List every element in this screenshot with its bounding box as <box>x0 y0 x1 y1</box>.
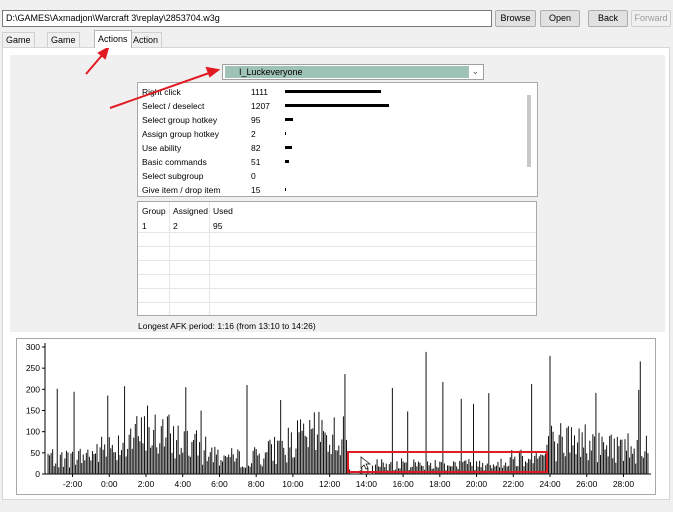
col-assigned: Assigned <box>173 206 208 216</box>
action-count: 51 <box>251 157 261 167</box>
list-item[interactable]: Assign group hotkey 2 <box>138 127 528 141</box>
browse-button[interactable]: Browse <box>495 10 536 27</box>
row-divider <box>138 288 536 289</box>
mouse-cursor-icon <box>360 456 372 470</box>
x-tick-label: 10:00 <box>282 479 304 489</box>
y-tick-label: 0 <box>35 469 40 479</box>
list-item[interactable]: Right click 1111 <box>138 85 528 99</box>
afk-period-text: Longest AFK period: 1:16 (from 13:10 to … <box>138 321 316 331</box>
actions-scrollbar[interactable] <box>527 95 531 167</box>
row-divider <box>138 260 536 261</box>
y-tick-label: 100 <box>26 427 40 437</box>
action-label: Basic commands <box>142 157 207 167</box>
y-tick-label: 150 <box>26 406 40 416</box>
x-tick-label: 14:00 <box>356 479 378 489</box>
group-table[interactable]: Group Assigned Used 1 2 95 <box>137 201 537 316</box>
cell-assigned: 2 <box>173 221 178 231</box>
x-tick-label: 8:00 <box>248 479 265 489</box>
action-count: 1207 <box>251 101 270 111</box>
action-label: Use ability <box>142 143 182 153</box>
action-bar <box>285 132 286 135</box>
tab-game-info[interactable]: Game Info <box>2 32 35 59</box>
x-tick-label: 0:00 <box>101 479 118 489</box>
action-bar <box>285 104 389 107</box>
column-divider <box>209 202 210 315</box>
x-tick-label: 4:00 <box>174 479 191 489</box>
action-bar <box>285 90 381 93</box>
cell-used: 95 <box>213 221 223 231</box>
action-bar <box>285 146 292 149</box>
apm-chart-svg: 300 250 200 150 100 50 0 -2:00 0:00 2:00 4:00 6:00 8… <box>26 342 651 489</box>
x-tick-label: 22:00 <box>503 479 525 489</box>
action-label: Select group hotkey <box>142 115 218 125</box>
cell-group: 1 <box>142 221 147 231</box>
action-count: 1111 <box>251 87 269 97</box>
action-label: Assign group hotkey <box>142 129 220 139</box>
x-tick-label: 24:00 <box>539 479 561 489</box>
column-divider <box>169 202 170 315</box>
action-label: Right click <box>142 87 181 97</box>
list-item[interactable]: Select / deselect 1207 <box>138 99 528 113</box>
action-count: 82 <box>251 143 261 153</box>
y-tick-label: 300 <box>26 342 40 352</box>
player-select-value: I_Luckeveryone <box>225 66 469 78</box>
x-tick-label: 12:00 <box>319 479 341 489</box>
action-bar <box>285 188 286 191</box>
action-bar <box>285 160 289 163</box>
y-tick-label: 50 <box>31 448 41 458</box>
apm-chart: 300 250 200 150 100 50 0 -2:00 0:00 2:00 4:00 6:00 8… <box>16 338 656 495</box>
list-item[interactable]: Give item / drop item 15 <box>138 183 528 196</box>
x-tick-label: 26:00 <box>576 479 598 489</box>
x-tick-label: -2:00 <box>63 479 83 489</box>
list-item[interactable]: Basic commands 51 <box>138 155 528 169</box>
x-tick-label: 18:00 <box>429 479 451 489</box>
row-divider <box>138 302 536 303</box>
tab-game-chat[interactable]: Game Chat <box>47 32 80 59</box>
col-used: Used <box>213 206 233 216</box>
table-row[interactable]: 1 2 95 <box>138 219 536 233</box>
action-bar <box>285 118 293 121</box>
action-label: Select subgroup <box>142 171 204 181</box>
replay-path-input[interactable]: D:\GAMES\Axmadjon\Warcraft 3\replay\2853… <box>2 10 492 27</box>
actions-list[interactable]: Right click 1111 Select / deselect 1207 Sele… <box>137 82 538 197</box>
y-tick-label: 200 <box>26 384 40 394</box>
back-button[interactable]: Back <box>588 10 628 27</box>
action-label: Give item / drop item <box>142 185 221 195</box>
list-item[interactable]: Select subgroup 0 <box>138 169 528 183</box>
row-divider <box>138 232 536 233</box>
action-count: 2 <box>251 129 256 139</box>
y-tick-label: 250 <box>26 363 40 373</box>
tab-actions[interactable]: Actions <box>94 30 132 48</box>
action-count: 15 <box>251 185 261 195</box>
x-tick-label: 6:00 <box>211 479 228 489</box>
open-button[interactable]: Open <box>540 10 580 27</box>
action-label: Select / deselect <box>142 101 205 111</box>
group-table-header: Group Assigned Used <box>138 204 536 218</box>
x-tick-label: 16:00 <box>392 479 414 489</box>
x-tick-label: 28:00 <box>613 479 635 489</box>
row-divider <box>138 274 536 275</box>
x-tick-label: 2:00 <box>138 479 155 489</box>
list-item[interactable]: Select group hotkey 95 <box>138 113 528 127</box>
x-tick-label: 20:00 <box>466 479 488 489</box>
forward-button[interactable]: Forward <box>631 10 671 27</box>
list-item[interactable]: Use ability 82 <box>138 141 528 155</box>
action-count: 95 <box>251 115 261 125</box>
chevron-down-icon[interactable]: ⌄ <box>471 66 479 77</box>
col-group: Group <box>142 206 166 216</box>
tab-action-log[interactable]: Action Log <box>129 32 163 59</box>
player-select[interactable]: I_Luckeveryone ⌄ <box>222 64 484 80</box>
action-count: 0 <box>251 171 256 181</box>
row-divider <box>138 246 536 247</box>
